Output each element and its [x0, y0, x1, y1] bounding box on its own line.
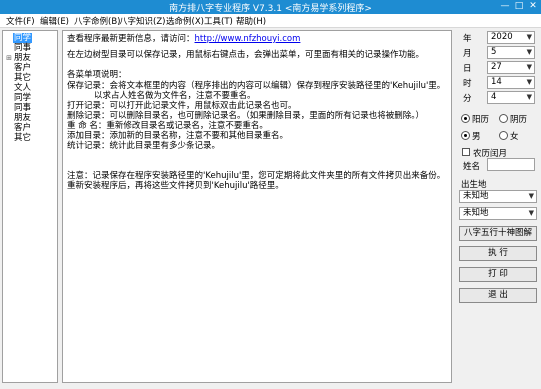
- website-link[interactable]: http://www.nfzhouyi.com: [195, 34, 301, 44]
- day-label: 日: [463, 64, 472, 74]
- year-select[interactable]: 2020 ▼: [487, 31, 535, 44]
- tree-node[interactable]: 同学: [5, 93, 32, 103]
- menu-bar: 文件(F) 编辑(E) 八字命例(B) 八字知识(Z) 选命例(X) 工具(T)…: [0, 14, 541, 28]
- menu-bazi-knowledge[interactable]: 八字知识(Z): [119, 15, 165, 27]
- chevron-down-icon: ▼: [526, 48, 532, 56]
- maximize-button[interactable]: □: [513, 1, 525, 12]
- menu-edit[interactable]: 编辑(E): [40, 15, 69, 27]
- help-open-record: 打开记录：可以打开此记录文件，用鼠标双击此记录名也可。: [67, 101, 297, 111]
- help-rename: 重 命 名：重新修改目录名或记录名，注意不要重名。: [67, 121, 268, 131]
- male-radio[interactable]: [461, 131, 470, 140]
- lunar-calendar-radio[interactable]: [499, 114, 508, 123]
- tree-node[interactable]: 同事: [5, 103, 32, 113]
- result-text-area[interactable]: 查看程序最新更新信息，请访问：http://www.nfzhouyi.com 在…: [62, 30, 452, 383]
- menu-help-heading: 各菜单项说明：: [67, 70, 127, 80]
- chevron-down-icon: ▼: [528, 192, 534, 200]
- tree-node[interactable]: 朋友: [5, 113, 32, 123]
- chevron-down-icon: ▼: [526, 78, 532, 86]
- month-label: 月: [463, 49, 472, 59]
- name-label: 姓名: [463, 162, 481, 172]
- record-tree[interactable]: 同学 同事 ⊞ 朋友 客户 其它 文人 同学 同事 朋友 客户 其它: [2, 30, 58, 383]
- title-bar: 南方排八字专业程序 V7.3.1 <南方易学系列程序> — □ ✕: [0, 0, 541, 14]
- tree-node[interactable]: 客户: [5, 123, 32, 133]
- solar-calendar-label: 阳历: [472, 115, 490, 125]
- tree-node[interactable]: 其它: [5, 133, 32, 143]
- female-label: 女: [510, 132, 519, 142]
- minute-label: 分: [463, 94, 472, 104]
- lunar-calendar-label: 阴历: [510, 115, 528, 125]
- tree-node[interactable]: 文人: [5, 83, 32, 93]
- help-save-record-note: 以求占人姓名做为文件名，注意不要重名。: [67, 91, 256, 101]
- input-panel: 年 2020 ▼ 月 5 ▼ 日 27 ▼ 时 14 ▼ 分 4 ▼ 阳历 阴历 男 女 …: [455, 30, 541, 385]
- tree-node[interactable]: 同学: [5, 33, 33, 43]
- menu-tools[interactable]: 工具(T): [204, 15, 233, 27]
- expand-icon[interactable]: ⊞: [5, 53, 13, 63]
- chevron-down-icon: ▼: [526, 33, 532, 41]
- update-info-text: 查看程序最新更新信息，请访问：: [67, 34, 195, 44]
- reinstall-note: 重新安装程序后，再将这些文件拷贝到'Kehujilu'路径里。: [67, 181, 284, 191]
- menu-select-case[interactable]: 选命例(X): [166, 15, 204, 27]
- minimize-button[interactable]: —: [499, 1, 511, 12]
- help-save-record: 保存记录：会将文本框里的内容（程序排出的内容可以编辑）保存到程序安装路径里的'K…: [67, 81, 446, 91]
- menu-file[interactable]: 文件(F): [6, 15, 35, 27]
- exit-button[interactable]: 退 出: [459, 288, 537, 303]
- window-title: 南方排八字专业程序 V7.3.1 <南方易学系列程序>: [169, 4, 372, 14]
- day-select[interactable]: 27 ▼: [487, 61, 535, 74]
- male-label: 男: [472, 132, 481, 142]
- menu-bazi-cases[interactable]: 八字命例(B): [74, 15, 120, 27]
- tree-node[interactable]: 客户: [5, 63, 32, 73]
- menu-help[interactable]: 帮助(H): [236, 15, 266, 27]
- wuxing-diagram-button[interactable]: 八字五行十神图解: [459, 226, 537, 241]
- help-add-directory: 添加目录：添加新的目录名称，注意不要和其他目录重名。: [67, 131, 289, 141]
- tree-node[interactable]: ⊞ 朋友: [5, 53, 32, 63]
- tree-node[interactable]: 同事: [5, 43, 32, 53]
- chevron-down-icon: ▼: [528, 209, 534, 217]
- female-radio[interactable]: [499, 131, 508, 140]
- hour-label: 时: [463, 79, 472, 89]
- hour-select[interactable]: 14 ▼: [487, 76, 535, 89]
- name-input[interactable]: [487, 158, 535, 171]
- chevron-down-icon: ▼: [526, 93, 532, 101]
- print-button[interactable]: 打 印: [459, 267, 537, 282]
- province-select[interactable]: 未知地 ▼: [459, 190, 537, 203]
- help-count-records: 统计记录：统计此目录里有多少条记录。: [67, 141, 221, 151]
- month-select[interactable]: 5 ▼: [487, 46, 535, 59]
- year-label: 年: [463, 34, 472, 44]
- tree-node[interactable]: 其它: [5, 73, 32, 83]
- minute-select[interactable]: 4 ▼: [487, 91, 535, 104]
- close-button[interactable]: ✕: [527, 1, 539, 12]
- execute-button[interactable]: 执 行: [459, 246, 537, 261]
- help-delete-record: 删除记录：可以删除目录名，也可删除记录名。（如果删除目录，里面的所有记录也将被删…: [67, 111, 425, 121]
- backup-note: 注意：记录保存在程序安装路径里的'Kehujilu'里，您可定期将此文件夹里的所…: [67, 171, 446, 181]
- chevron-down-icon: ▼: [526, 63, 532, 71]
- intro-text: 在左边树型目录可以保存记录，用鼠标右键点击，会弹出菜单，可里面有相关的记录操作功…: [67, 50, 425, 60]
- solar-calendar-radio[interactable]: [461, 114, 470, 123]
- birthplace-label: 出生地: [461, 180, 487, 190]
- leap-month-checkbox[interactable]: [462, 148, 470, 156]
- city-select[interactable]: 未知地 ▼: [459, 207, 537, 220]
